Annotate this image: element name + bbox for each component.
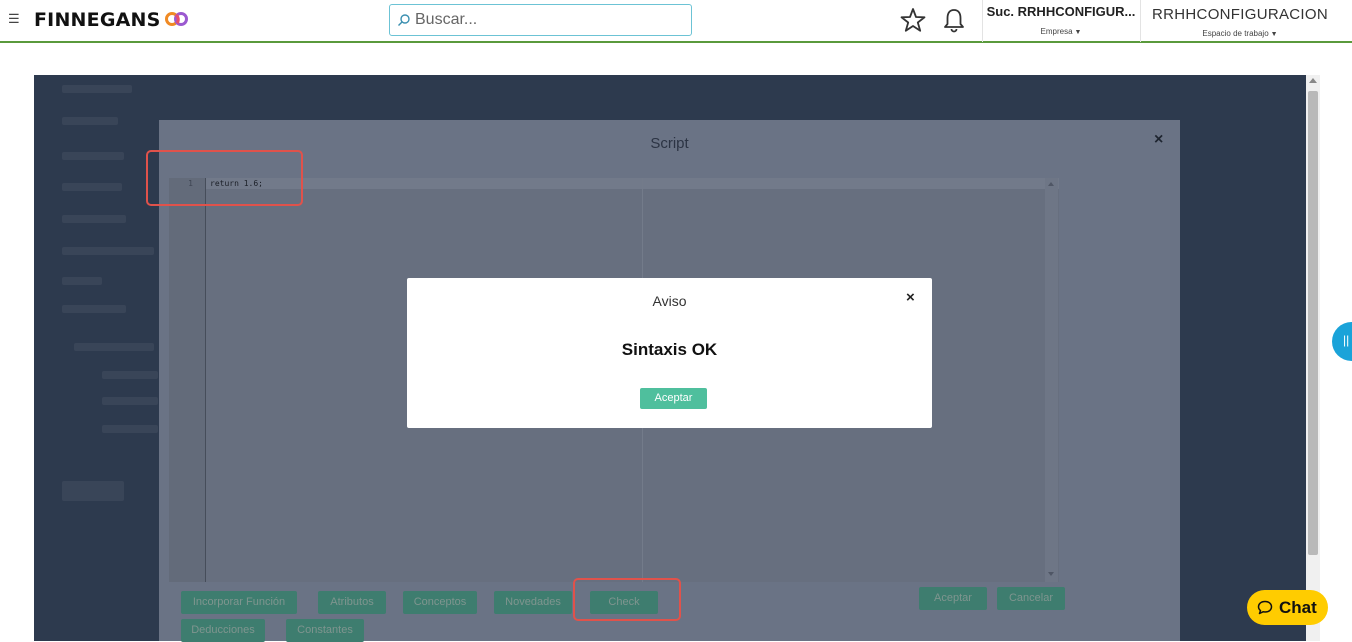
hamburger-menu-icon[interactable]: ☰ xyxy=(8,12,20,26)
company-name: Suc. RRHHCONFIGUR... xyxy=(986,4,1136,19)
background-placeholder xyxy=(62,117,118,125)
background-placeholder xyxy=(62,183,122,191)
workspace-name: RRHHCONFIGURACION xyxy=(1152,6,1328,23)
top-navigation-bar: ☰ FINNEGANS Suc. RRHHCONFIGUR... Empresa… xyxy=(0,0,1352,43)
editor-gutter: 1 xyxy=(169,178,206,582)
scroll-up-arrow-icon[interactable] xyxy=(1309,78,1317,83)
code-highlight-annotation xyxy=(146,150,303,206)
search-icon xyxy=(398,14,410,26)
dialog-message: Sintaxis OK xyxy=(621,340,718,359)
notifications-bell-icon[interactable] xyxy=(942,7,966,33)
workspace-selector[interactable]: RRHHCONFIGURACION Espacio de trabajo ▼ xyxy=(1144,6,1336,38)
script-cancel-button[interactable]: Cancelar xyxy=(997,587,1065,610)
background-placeholder xyxy=(62,305,126,313)
company-selector[interactable]: Suc. RRHHCONFIGUR... Empresa ▼ xyxy=(985,4,1137,36)
scroll-down-arrow-icon[interactable] xyxy=(1048,572,1054,576)
incorporar-funcion-button[interactable]: Incorporar Función xyxy=(181,591,297,614)
script-close-icon[interactable]: × xyxy=(1154,131,1163,149)
workspace-label: Espacio de trabajo ▼ xyxy=(1202,29,1278,38)
background-placeholder xyxy=(62,247,154,255)
novedades-button[interactable]: Novedades xyxy=(494,591,572,614)
header-divider xyxy=(1140,0,1141,42)
chat-bubble-icon xyxy=(1257,600,1273,615)
background-placeholder xyxy=(102,425,158,433)
script-accept-button[interactable]: Aceptar xyxy=(919,587,987,610)
favorites-star-icon[interactable] xyxy=(900,7,926,33)
background-placeholder xyxy=(62,277,102,285)
scrollbar-thumb[interactable] xyxy=(1308,91,1318,555)
side-panel-grip-icon: || xyxy=(1343,333,1350,347)
script-modal-title: Script xyxy=(650,135,689,152)
background-placeholder xyxy=(102,371,158,379)
conceptos-button[interactable]: Conceptos xyxy=(403,591,477,614)
editor-scrollbar[interactable] xyxy=(1045,178,1058,582)
background-placeholder xyxy=(102,397,158,405)
finnegans-logo-mark-icon xyxy=(165,12,188,26)
chevron-down-icon: ▼ xyxy=(1074,29,1082,36)
dialog-accept-button[interactable]: Aceptar xyxy=(640,388,707,409)
background-placeholder xyxy=(62,481,124,501)
search-box[interactable] xyxy=(389,4,692,36)
background-placeholder xyxy=(62,85,132,93)
side-panel-toggle[interactable]: || xyxy=(1332,322,1352,361)
chat-label: Chat xyxy=(1279,598,1317,617)
header-divider xyxy=(982,0,983,42)
page-scrollbar[interactable] xyxy=(1306,75,1320,641)
finnegans-logo[interactable]: FINNEGANS xyxy=(34,9,161,31)
search-input[interactable] xyxy=(415,9,685,31)
atributos-button[interactable]: Atributos xyxy=(318,591,386,614)
background-placeholder xyxy=(62,152,124,160)
chevron-down-icon: ▼ xyxy=(1270,31,1278,38)
deducciones-button[interactable]: Deducciones xyxy=(181,619,265,642)
scroll-up-arrow-icon[interactable] xyxy=(1048,182,1054,186)
aviso-dialog: Aviso × Sintaxis OK Aceptar xyxy=(407,278,932,428)
constantes-button[interactable]: Constantes xyxy=(286,619,364,642)
dialog-close-icon[interactable]: × xyxy=(906,289,915,306)
background-placeholder xyxy=(74,343,154,351)
dialog-title: Aviso xyxy=(652,293,687,309)
check-button-highlight-annotation xyxy=(573,578,681,621)
background-placeholder xyxy=(62,215,126,223)
chat-button[interactable]: Chat xyxy=(1247,590,1328,625)
company-label: Empresa ▼ xyxy=(1040,27,1082,36)
